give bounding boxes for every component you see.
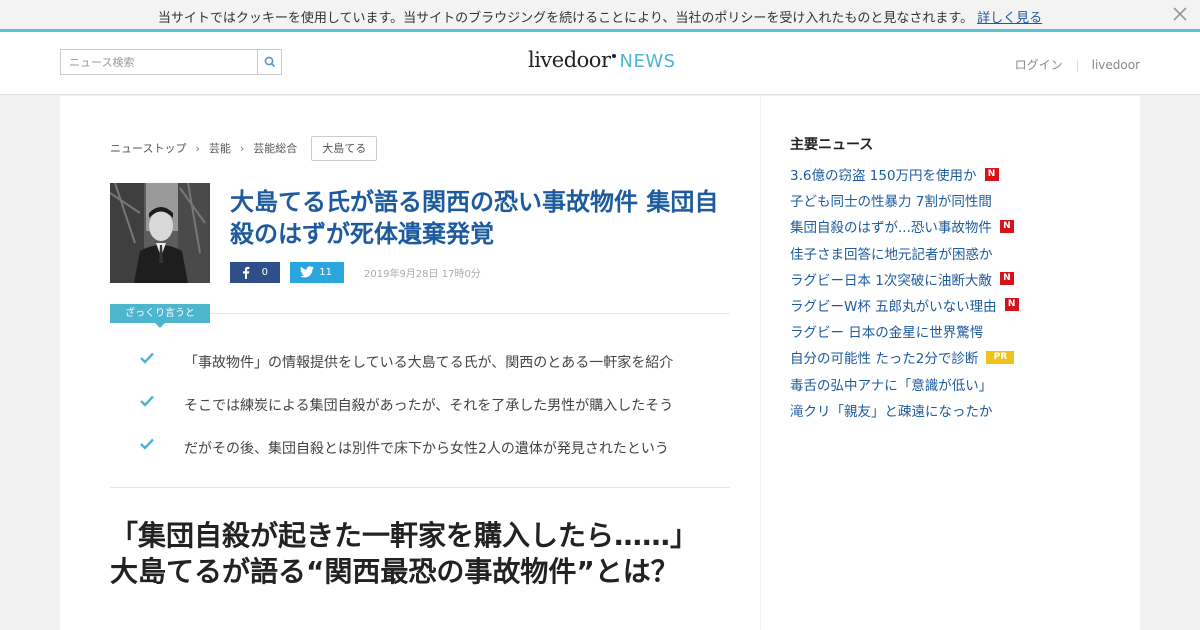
- chevron-right-icon: ›: [239, 142, 245, 155]
- cookie-more-link[interactable]: 詳しく見る: [977, 11, 1042, 26]
- news-item[interactable]: 自分の可能性 たった2分で診断 PR: [790, 347, 1019, 373]
- top-news-list: 3.6億の窃盗 150万円を使用か N 子ども同士の性暴力 7割が同性間 集団自殺…: [790, 164, 1019, 426]
- news-item[interactable]: ラグビーW杯 五郎丸がいない理由 N: [790, 295, 1019, 321]
- facebook-share-button[interactable]: 0: [230, 262, 280, 283]
- news-link[interactable]: 毒舌の弘中アナに「意識が低い」: [790, 378, 992, 394]
- news-link[interactable]: 3.6億の窃盗 150万円を使用か: [790, 168, 977, 184]
- sidebar-title: 主要ニュース: [790, 137, 874, 153]
- logo-dot: [611, 54, 616, 58]
- cookie-message-row: 当サイトではクッキーを使用しています。当サイトのブラウジングを続けることにより、…: [0, 7, 1200, 26]
- facebook-icon: [240, 266, 252, 282]
- login-link[interactable]: ログイン: [1015, 56, 1063, 73]
- news-item[interactable]: 滝クリ「親友」と疎遠になったか: [790, 400, 1019, 426]
- news-item[interactable]: 3.6億の窃盗 150万円を使用か N: [790, 164, 1019, 190]
- new-badge: N: [999, 219, 1014, 233]
- news-item[interactable]: 毒舌の弘中アナに「意識が低い」: [790, 374, 1019, 400]
- summary-label: ざっくり言うと: [110, 304, 210, 328]
- article-column: ニューストップ › 芸能 › 芸能総合 大島てる 大島てる氏が語る関西の恐い事故物件 集団…: [60, 96, 760, 630]
- article-thumbnail[interactable]: [110, 183, 210, 283]
- news-link[interactable]: ラグビーW杯 五郎丸がいない理由: [790, 299, 997, 315]
- section-divider: [110, 487, 730, 488]
- search-icon: [264, 56, 276, 68]
- summary-text: 「事故物件」の情報提供をしている大島てる氏が、関西のとある一軒家を紹介: [184, 355, 674, 371]
- pr-badge: PR: [986, 350, 1015, 364]
- sidebar: 主要ニュース 3.6億の窃盗 150万円を使用か N 子ども同士の性暴力 7割が同…: [761, 96, 1140, 630]
- breadcrumb-item-entertainment[interactable]: 芸能: [209, 136, 231, 161]
- breadcrumb-item-top[interactable]: ニューストップ: [110, 136, 186, 161]
- new-badge: N: [999, 272, 1014, 286]
- logo-livedoor: livedoor: [528, 48, 611, 72]
- news-link[interactable]: 滝クリ「親友」と疎遠になったか: [790, 404, 993, 420]
- nav-divider: [1076, 59, 1078, 72]
- news-link[interactable]: 子ども同士の性暴力 7割が同性間: [790, 194, 992, 210]
- article-headline: 「集団自殺が起きた一軒家を購入したら……」大島てるが語る“関西最恐の事故物件”と…: [110, 519, 699, 588]
- check-icon: [140, 438, 154, 454]
- news-link[interactable]: 集団自殺のはずが...恐い事故物件: [790, 220, 992, 236]
- news-item[interactable]: ラグビー 日本の金星に世界驚愕: [790, 321, 1019, 347]
- article-title: 大島てる氏が語る関西の恐い事故物件 集団自殺のはずが死体遺棄発覚: [230, 188, 719, 248]
- breadcrumb-item-general[interactable]: 芸能総合: [253, 136, 297, 161]
- new-badge: N: [984, 167, 999, 181]
- new-badge: N: [1004, 298, 1019, 312]
- news-item[interactable]: 集団自殺のはずが...恐い事故物件 N: [790, 216, 1019, 242]
- site-header: livedoor NEWS ログイン livedoor: [0, 32, 1200, 95]
- news-item[interactable]: ラグビー日本 1次突破に油断大敵 N: [790, 269, 1019, 295]
- logo-news: NEWS: [619, 51, 676, 72]
- news-link[interactable]: 佳子さま回答に地元記者が困惑か: [790, 247, 993, 263]
- news-link[interactable]: ラグビー日本 1次突破に油断大敵: [790, 273, 992, 289]
- twitter-count: 11: [319, 267, 332, 278]
- summary-text: そこでは練炭による集団自殺があったが、それを了承した男性が購入したそう: [184, 398, 674, 414]
- search-box: [60, 49, 282, 75]
- news-item[interactable]: 佳子さま回答に地元記者が困惑か: [790, 243, 1019, 269]
- chevron-right-icon: ›: [195, 142, 200, 155]
- header-nav: ログイン livedoor: [1015, 56, 1140, 73]
- search-input[interactable]: [61, 50, 257, 74]
- livedoor-link[interactable]: livedoor: [1092, 58, 1140, 72]
- twitter-icon: [300, 266, 314, 281]
- cookie-banner: 当サイトではクッキーを使用しています。当サイトのブラウジングを続けることにより、…: [0, 0, 1200, 32]
- summary-divider: [210, 313, 730, 314]
- cookie-message: 当サイトではクッキーを使用しています。当サイトのブラウジングを続けることにより、…: [157, 11, 974, 26]
- check-icon: [140, 395, 154, 411]
- search-button[interactable]: [257, 50, 281, 74]
- publish-date: 2019年9月28日 17時0分: [364, 269, 481, 280]
- summary-text: だがその後、集団自殺とは別件で床下から女性2人の遺体が発見されたという: [184, 441, 669, 457]
- news-link[interactable]: 自分の可能性 たった2分で診断: [790, 351, 978, 367]
- breadcrumb: ニューストップ › 芸能 › 芸能総合 大島てる: [110, 136, 378, 161]
- check-icon: [140, 352, 154, 368]
- facebook-count: 0: [261, 267, 268, 278]
- twitter-share-button[interactable]: 11: [290, 262, 344, 283]
- site-logo[interactable]: livedoor NEWS: [528, 48, 676, 78]
- news-link[interactable]: ラグビー 日本の金星に世界驚愕: [790, 325, 983, 341]
- keyword-tag[interactable]: 大島てる: [311, 136, 378, 161]
- news-item[interactable]: 子ども同士の性暴力 7割が同性間: [790, 190, 1019, 216]
- close-icon[interactable]: [1172, 6, 1188, 22]
